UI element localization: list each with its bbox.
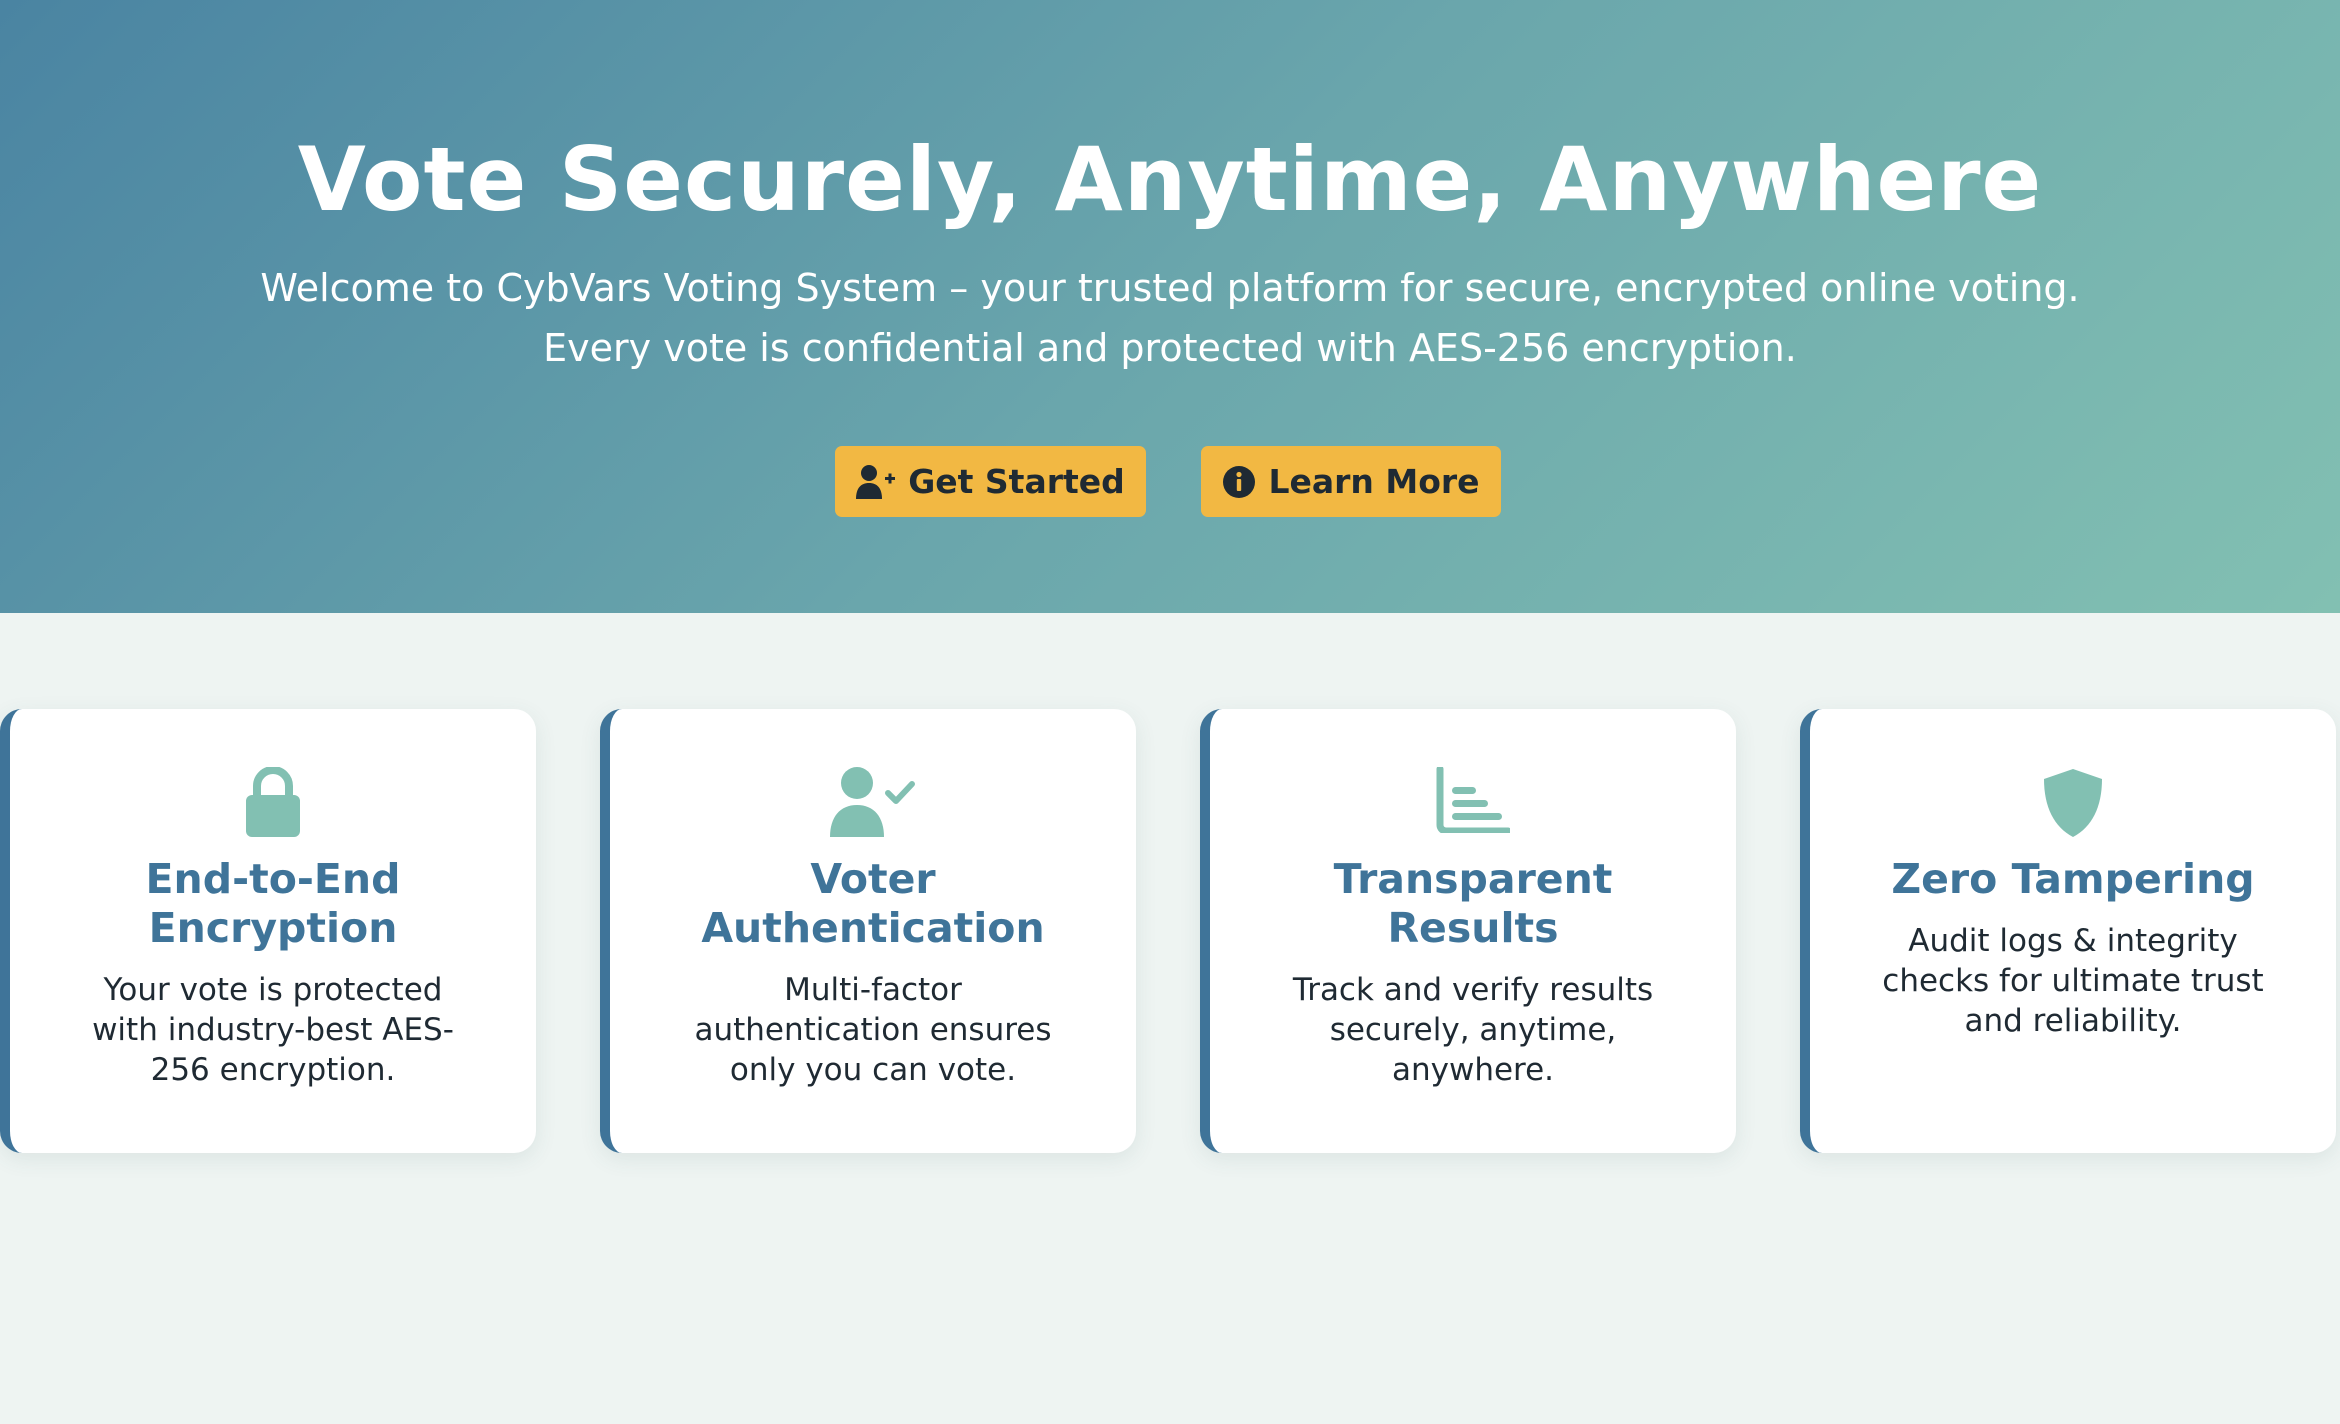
feature-description: Audit logs & integrity checks for ultima…: [1882, 923, 2264, 1039]
feature-description: Your vote is protected with industry-bes…: [92, 972, 454, 1088]
info-circle-icon: [1222, 465, 1256, 499]
hero-subtitle: Welcome to CybVars Voting System – your …: [0, 258, 2340, 378]
user-plus-icon: [856, 464, 896, 500]
feature-title: End-to-End Encryption: [145, 855, 401, 952]
lock-icon: [246, 767, 300, 837]
learn-more-button[interactable]: Learn More: [1201, 446, 1501, 517]
get-started-button[interactable]: Get Started: [835, 446, 1146, 517]
hero-subtitle-line-1: Welcome to CybVars Voting System – your …: [260, 266, 2080, 310]
hero-title: Vote Securely, Anytime, Anywhere: [297, 128, 2043, 231]
hero-subtitle-line-2: Every vote is confidential and protected…: [543, 326, 1797, 370]
learn-more-label: Learn More: [1268, 462, 1480, 501]
hero-section: Vote Securely, Anytime, Anywhere Welcome…: [0, 0, 2340, 613]
feature-title: Zero Tampering: [1891, 855, 2255, 903]
feature-title: Voter Authentication: [701, 855, 1045, 952]
shield-icon: [2044, 769, 2102, 837]
feature-title: Transparent Results: [1333, 855, 1613, 952]
feature-card-encryption: End-to-End Encryption Your vote is prote…: [0, 709, 536, 1153]
feature-card-tampering: Zero Tampering Audit logs & integrity ch…: [1800, 709, 2336, 1153]
get-started-label: Get Started: [908, 462, 1125, 501]
feature-card-authentication: Voter Authentication Multi-factor authen…: [600, 709, 1136, 1153]
feature-description: Track and verify results securely, anyti…: [1292, 972, 1654, 1088]
bar-chart-icon: [1436, 767, 1510, 833]
feature-description: Multi-factor authentication ensures only…: [694, 972, 1052, 1088]
feature-card-results: Transparent Results Track and verify res…: [1200, 709, 1736, 1153]
user-check-icon: [830, 767, 915, 837]
